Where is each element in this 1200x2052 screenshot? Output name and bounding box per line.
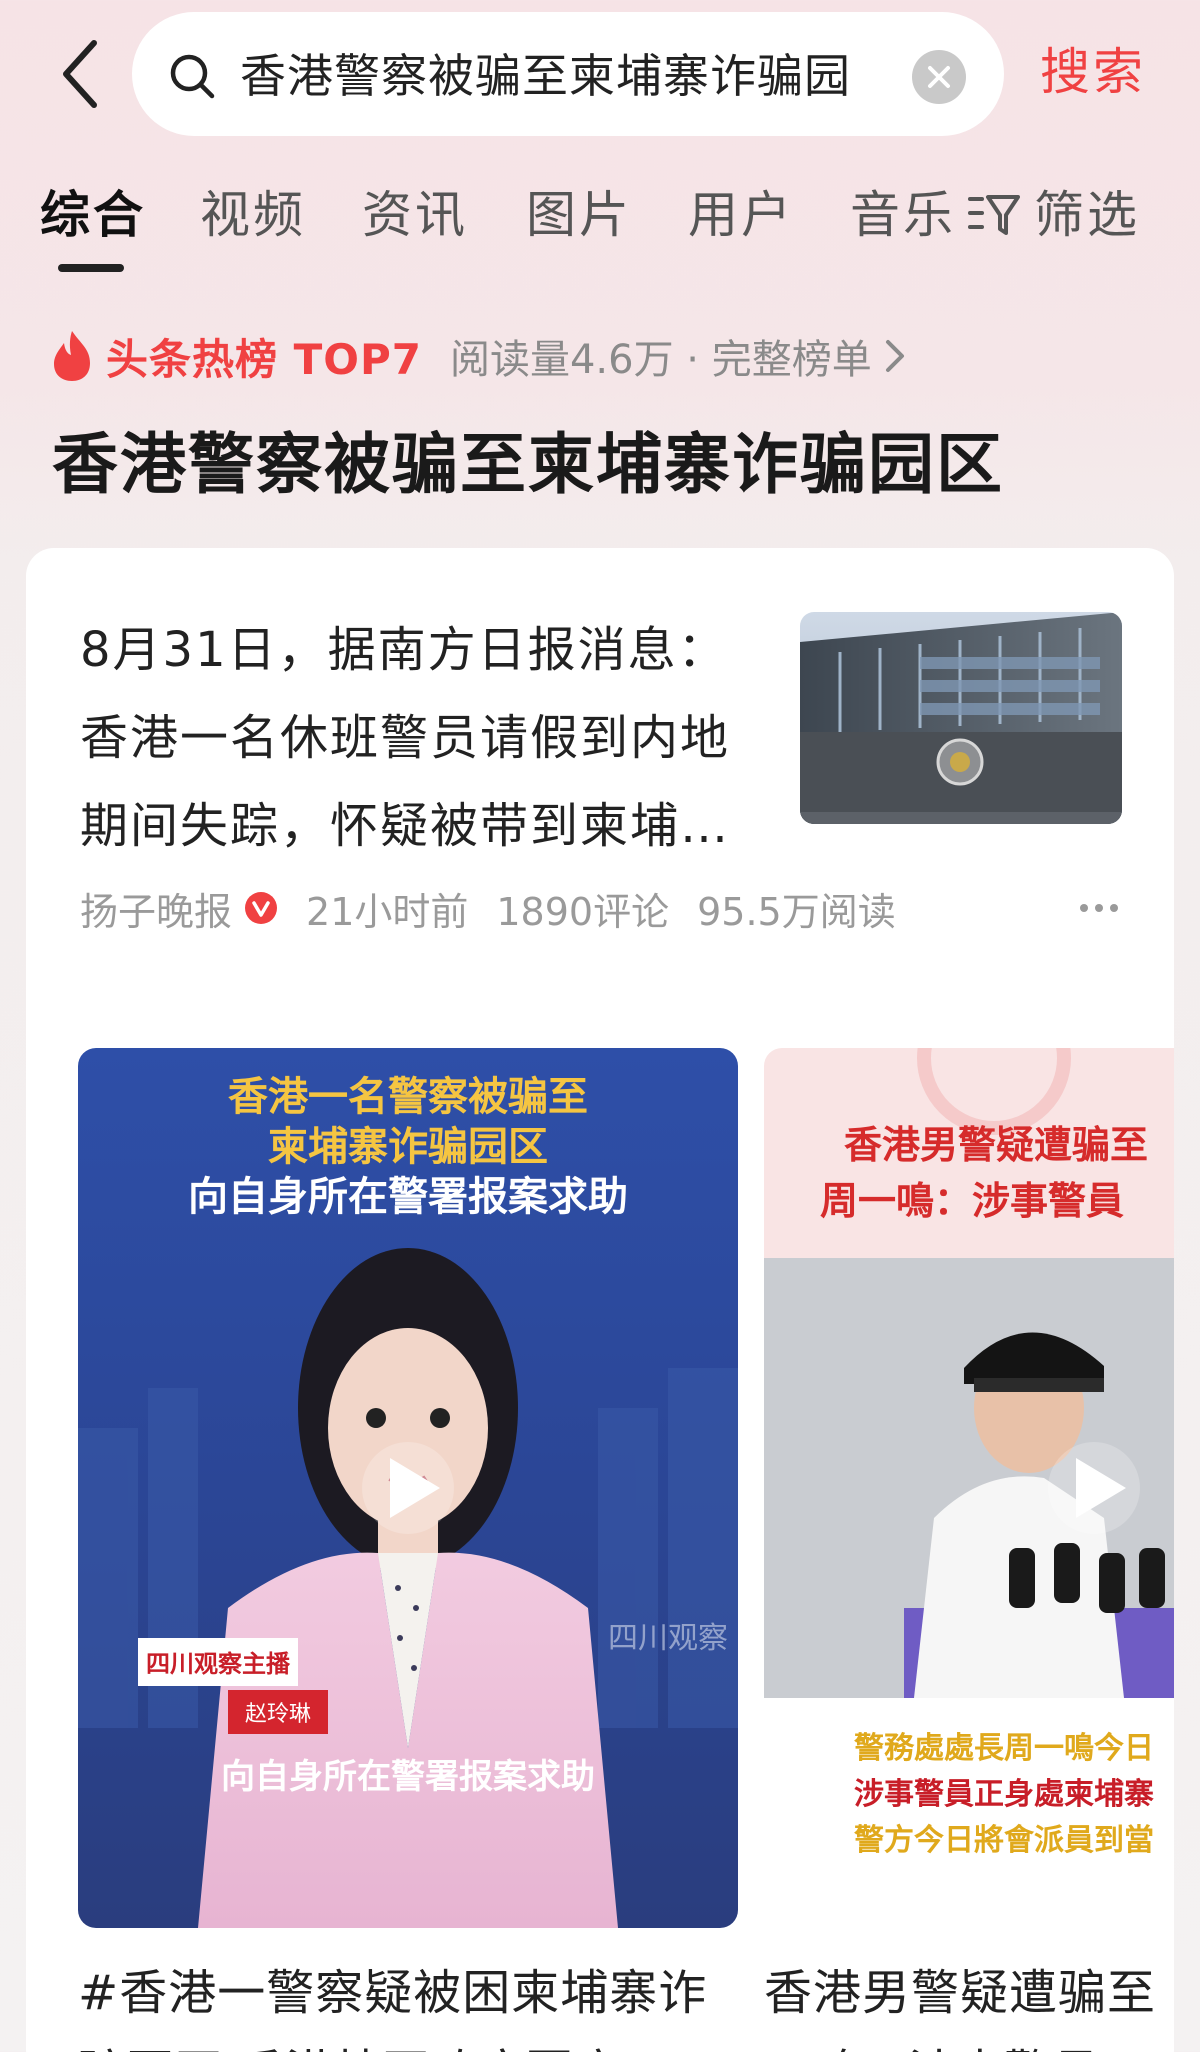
video-caption-line2: 骗园区 香港特区政府回应 (78, 2038, 748, 2052)
tab-video[interactable]: 视频 (200, 182, 306, 248)
back-button[interactable] (50, 36, 110, 112)
top-bar: 香港警察被骗至柬埔寨诈骗园 搜索 (0, 0, 1200, 150)
video-caption[interactable]: #香港一警察疑被困柬埔寨诈 (78, 1958, 748, 2028)
article-thumbnail[interactable] (800, 612, 1122, 824)
article-reads: 95.5万阅读 (697, 889, 896, 934)
video-caption-line2: …鸣：涉事警员 (764, 2038, 1174, 2052)
more-dots-icon (1080, 904, 1118, 912)
tab-all[interactable]: 综合 (40, 182, 146, 248)
video-thumbnail: 香港一名警察被骗至 柬埔寨诈骗园区 向自身所在警署报案求助 四川观察 四川观察主… (78, 1048, 738, 1928)
anchor-tag: 四川观察主播 (146, 1650, 291, 1678)
tab-users[interactable]: 用户 (688, 182, 794, 248)
hot-list-row[interactable]: 头条热榜 TOP7 阅读量4.6万 · 完整榜单 (50, 320, 908, 392)
video-sub: 警務處處長周一鳴今日 (854, 1731, 1154, 1765)
article-source[interactable]: 扬子晚报 (80, 881, 232, 936)
video-overlay-title: 柬埔寨诈骗园区 (268, 1124, 548, 1169)
full-list-link[interactable]: 阅读量4.6万 · 完整榜单 (450, 327, 908, 385)
article-comments: 1890评论 (496, 889, 670, 934)
filter-button[interactable]: 筛选 (966, 182, 1140, 248)
close-icon (928, 66, 950, 88)
video-thumbnail: 香港男警疑遭骗至 周一鳴：涉事警員 警務處處長周一鳴今日 涉事警員正身處柬埔寨 … (764, 1048, 1174, 1928)
verified-badge-icon (245, 892, 278, 924)
topic-title: 香港警察被骗至柬埔寨诈骗园区 (52, 426, 1004, 503)
article-line: 期间失踪，怀疑被带到柬埔… (80, 798, 731, 854)
hot-list-meta: 阅读量4.6万 · 完整榜单 (449, 337, 872, 383)
article-line: 香港一名休班警员请假到内地 (80, 710, 731, 766)
search-box[interactable]: 香港警察被骗至柬埔寨诈骗园 (132, 12, 1004, 136)
search-submit-button[interactable]: 搜索 (1040, 36, 1170, 108)
filter-label: 筛选 (1034, 186, 1140, 244)
hot-list-label: 头条热榜 TOP7 (106, 334, 422, 384)
search-input[interactable]: 香港警察被骗至柬埔寨诈骗园 (240, 46, 870, 106)
more-options-button[interactable] (1072, 878, 1126, 938)
video-overlay-title: 向自身所在警署报案求助 (188, 1174, 628, 1219)
article-time: 21小时前 (306, 889, 469, 934)
filter-icon (968, 195, 1020, 235)
chevron-left-icon (63, 40, 97, 108)
video-subtitle: 向自身所在警署报案求助 (221, 1758, 595, 1796)
video-card[interactable]: 香港男警疑遭骗至 周一鳴：涉事警員 警務處處長周一鳴今日 涉事警員正身處柬埔寨 … (764, 1048, 1174, 1928)
video-banner: 香港男警疑遭骗至 (844, 1125, 1148, 1167)
flame-icon (54, 331, 90, 381)
article-line: 8月31日，据南方日报消息： (80, 622, 728, 678)
video-banner: 周一鳴：涉事警員 (820, 1181, 1124, 1223)
clear-search-button[interactable] (912, 50, 966, 104)
active-tab-indicator (58, 264, 124, 272)
result-tabs: 综合 视频 资讯 图片 用户 音乐 筛选 (0, 168, 1200, 278)
tab-images[interactable]: 图片 (526, 182, 632, 248)
search-icon (170, 54, 215, 99)
video-sub: 涉事警員正身處柬埔寨 (854, 1777, 1154, 1811)
video-watermark: 四川观察 (608, 1622, 728, 1655)
video-card[interactable]: 香港一名警察被骗至 柬埔寨诈骗园区 向自身所在警署报案求助 四川观察 四川观察主… (78, 1048, 738, 1928)
video-caption[interactable]: 香港男警疑遭骗至 (764, 1958, 1174, 2028)
video-sub: 警方今日將會派員到當 (854, 1823, 1154, 1857)
chevron-right-icon (885, 340, 904, 372)
video-overlay-title: 香港一名警察被骗至 (228, 1074, 588, 1119)
tab-music[interactable]: 音乐 (850, 182, 956, 248)
article-summary[interactable]: 8月31日，据南方日报消息： 香港一名休班警员请假到内地 期间失踪，怀疑被带到柬… (80, 606, 790, 870)
police-building-image (800, 612, 1122, 824)
anchor-name: 赵玲琳 (245, 1701, 311, 1726)
article-meta: 扬子晚报 21小时前 1890评论 95.5万阅读 (80, 878, 896, 938)
result-card: 8月31日，据南方日报消息： 香港一名休班警员请假到内地 期间失踪，怀疑被带到柬… (26, 548, 1174, 2052)
tab-news[interactable]: 资讯 (362, 182, 468, 248)
